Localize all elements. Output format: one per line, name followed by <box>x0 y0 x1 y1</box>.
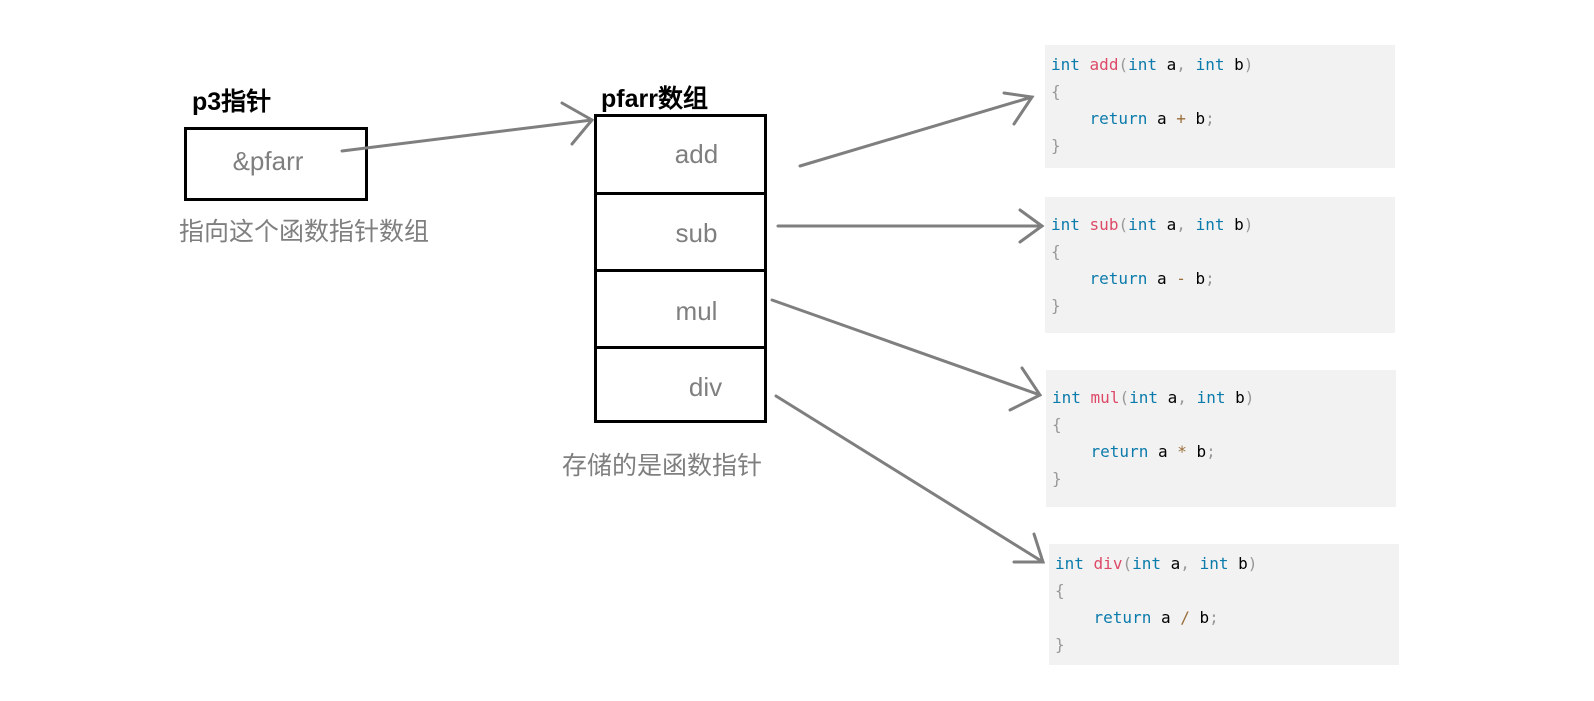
arrow-div <box>774 394 1046 564</box>
arrows-layer <box>340 91 1046 564</box>
arrow-add <box>798 91 1035 168</box>
arrow-mul <box>770 298 1043 412</box>
arrow-pointer-to-array <box>340 101 595 153</box>
arrow-sub <box>776 208 1045 244</box>
